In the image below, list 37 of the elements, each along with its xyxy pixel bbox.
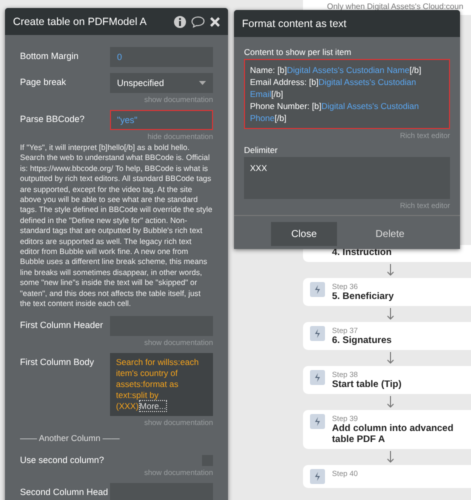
step-title: Add column into advanced table PDF A: [332, 423, 454, 445]
field-label: First Column Header: [20, 318, 104, 330]
caret-icon: [199, 81, 206, 85]
step-title: 5. Beneficiary: [332, 291, 394, 302]
field-label: Bottom Margin: [20, 50, 80, 61]
step-title: Start table (Tip): [332, 379, 402, 390]
action-icon: [310, 282, 325, 297]
action-icon: [310, 370, 325, 385]
field-label: Parse BBCode?: [20, 113, 86, 124]
down-arrow-icon: [387, 264, 394, 276]
field-label: Content to show per list item: [244, 47, 352, 57]
field-label: First Column Body: [20, 356, 96, 366]
down-arrow-icon: [387, 451, 394, 463]
comment-icon[interactable]: [191, 16, 205, 28]
field-label: Page break: [20, 76, 68, 87]
close-button[interactable]: Close: [271, 222, 337, 246]
action-icon: [310, 326, 325, 341]
close-icon[interactable]: [210, 16, 220, 26]
dialog-title: Format content as text: [242, 18, 348, 30]
down-arrow-icon: [387, 352, 394, 364]
section-label: —— Another Column ——: [20, 432, 121, 442]
field-label: Use second column?: [20, 454, 104, 464]
action-icon: [310, 469, 325, 484]
panel-title: Create table on PDFModel A: [13, 16, 148, 28]
field-label: Second Column Head: [20, 486, 110, 496]
input-field[interactable]: XXX: [244, 157, 450, 199]
rich-text-field[interactable]: Name: [b]Digital Assets's Custodian Name[/b] Email Address: [b]Digital Assets's Custodian Email[/b] Phone Number: [b]Digital Assets's Custodian Phone[/b]: [244, 59, 450, 129]
down-arrow-icon: [387, 396, 394, 408]
more-link[interactable]: More...: [138, 400, 168, 412]
info-icon[interactable]: [174, 16, 186, 28]
delete-button[interactable]: Delete: [357, 222, 423, 246]
expression-field[interactable]: Search for willss:each item's country of assets:format as text:split by (XXX)More...: [110, 352, 213, 416]
action-icon: [310, 414, 325, 429]
dropdown[interactable]: Unspecified: [110, 73, 213, 93]
step-title: 6. Signatures: [332, 335, 392, 346]
down-arrow-icon: [387, 308, 394, 320]
field-label: Delimiter: [244, 145, 279, 155]
